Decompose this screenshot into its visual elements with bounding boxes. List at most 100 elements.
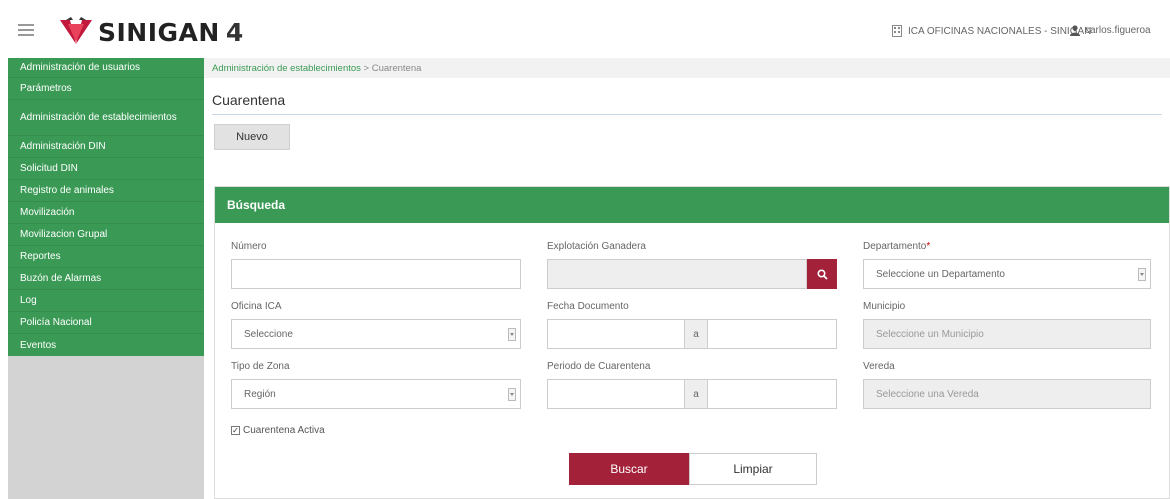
fecha-range: a bbox=[547, 319, 837, 349]
sidebar-menu: Administración de usuarios Parámetros Ad… bbox=[8, 58, 204, 356]
office-indicator[interactable]: ICA OFICINAS NACIONALES - SINIGAN bbox=[892, 25, 1091, 37]
sidebar-item-eventos[interactable]: Eventos bbox=[8, 334, 204, 356]
sidebar-item-label: Administración de establecimientos bbox=[20, 112, 177, 123]
sidebar-item-label: Movilizacion Grupal bbox=[20, 229, 108, 240]
sinigan-logo-icon bbox=[60, 17, 92, 44]
municipio-select-value: Seleccione un Municipio bbox=[876, 328, 984, 340]
search-panel-title: Búsqueda bbox=[215, 187, 1169, 223]
sidebar-item-label: Eventos bbox=[20, 339, 57, 351]
explotacion-label: Explotación Ganadera bbox=[547, 241, 646, 252]
sidebar-item-administracion-establecimientos[interactable]: Administración de establecimientos bbox=[8, 100, 204, 136]
numero-input[interactable] bbox=[231, 259, 521, 289]
sidebar-item-label: Registro de animales bbox=[20, 185, 114, 196]
sidebar-item-label: Reportes bbox=[20, 251, 61, 262]
sidebar-item-registro-animales[interactable]: Registro de animales bbox=[8, 180, 204, 202]
numero-field-group: Número bbox=[231, 241, 521, 289]
breadcrumb-separator: > bbox=[360, 62, 372, 74]
sidebar-item-log[interactable]: Log bbox=[8, 290, 204, 312]
dropdown-arrow-icon bbox=[508, 328, 516, 341]
departamento-label: Departamento* bbox=[863, 241, 1151, 253]
sidebar-item-label: Solicitud DIN bbox=[20, 163, 78, 174]
title-divider bbox=[212, 114, 1162, 115]
sidebar-item-label: Log bbox=[20, 295, 37, 306]
numero-label: Número bbox=[231, 241, 267, 252]
periodo-range-separator: a bbox=[685, 379, 707, 409]
vereda-label: Vereda bbox=[863, 361, 895, 372]
fecha-field-group: Fecha Documento a bbox=[547, 301, 837, 349]
vereda-field-group: Vereda Seleccione una Vereda bbox=[863, 361, 1151, 409]
required-marker: * bbox=[926, 241, 931, 252]
explotacion-input bbox=[547, 259, 807, 289]
sidebar-item-parametros[interactable]: Parámetros bbox=[8, 78, 204, 100]
hamburger-menu-icon[interactable] bbox=[18, 24, 34, 36]
dropdown-arrow-icon bbox=[508, 388, 516, 401]
sidebar-item-solicitud-din[interactable]: Solicitud DIN bbox=[8, 158, 204, 180]
sidebar-item-label: Buzón de Alarmas bbox=[20, 273, 102, 284]
office-label: ICA OFICINAS NACIONALES - SINIGAN bbox=[908, 25, 1092, 37]
municipio-label: Municipio bbox=[863, 301, 906, 312]
departamento-select[interactable]: Seleccione un Departamento bbox=[863, 259, 1151, 289]
sidebar-item-label: Administración DIN bbox=[20, 141, 106, 152]
sidebar-item-policia-nacional[interactable]: Policía Nacional bbox=[8, 312, 204, 334]
departamento-field-group: Departamento* Seleccione un Departamento bbox=[863, 241, 1151, 289]
sidebar-item-label: Policía Nacional bbox=[20, 317, 92, 328]
user-icon bbox=[1070, 25, 1080, 36]
vereda-select-value: Seleccione una Vereda bbox=[876, 388, 979, 400]
oficina-select-value: Seleccione bbox=[244, 328, 293, 340]
clear-button[interactable]: Limpiar bbox=[689, 453, 817, 485]
fecha-label: Fecha Documento bbox=[547, 301, 629, 312]
periodo-from-input[interactable] bbox=[547, 379, 685, 409]
municipio-field-group: Municipio Seleccione un Municipio bbox=[863, 301, 1151, 349]
departamento-select-value: Seleccione un Departamento bbox=[876, 268, 1005, 280]
dropdown-arrow-icon bbox=[1138, 268, 1146, 281]
checkbox-checked-icon: ✓ bbox=[231, 425, 240, 435]
app-name: SINIGAN bbox=[98, 18, 220, 47]
user-menu[interactable]: carlos.figueroa bbox=[1070, 25, 1151, 36]
sidebar-item-label: Parámetros bbox=[20, 83, 72, 94]
breadcrumb-current: Cuarentena bbox=[371, 62, 422, 74]
explotacion-field-group: Explotación Ganadera bbox=[547, 241, 837, 289]
main-content: Administración de establecimientos > Cua… bbox=[204, 58, 1170, 499]
breadcrumb-link[interactable]: Administración de establecimientos bbox=[212, 63, 361, 74]
sidebar-item-movilizacion-grupal[interactable]: Movilizacion Grupal bbox=[8, 224, 204, 246]
explotacion-search-button[interactable] bbox=[807, 259, 837, 289]
sidebar: Administración de usuarios Parámetros Ad… bbox=[8, 58, 204, 499]
oficina-field-group: Oficina ICA Seleccione bbox=[231, 301, 521, 349]
search-button[interactable]: Buscar bbox=[569, 453, 689, 485]
top-bar: SINIGAN 4 ICA OFICINAS NACIONALES - SINIG… bbox=[0, 0, 1170, 56]
periodo-range: a bbox=[547, 379, 837, 409]
app-title: SINIGAN 4 bbox=[98, 18, 244, 47]
tipo-zona-select[interactable]: Región bbox=[231, 379, 521, 409]
search-icon bbox=[816, 268, 828, 280]
user-name: carlos.figueroa bbox=[1085, 25, 1151, 36]
municipio-select: Seleccione un Municipio bbox=[863, 319, 1151, 349]
sidebar-item-reportes[interactable]: Reportes bbox=[8, 246, 204, 268]
cuarentena-activa-label: Cuarentena Activa bbox=[243, 425, 325, 436]
tipo-zona-field-group: Tipo de Zona Región bbox=[231, 361, 521, 409]
tipo-zona-label: Tipo de Zona bbox=[231, 361, 290, 372]
sidebar-item-administracion-din[interactable]: Administración DIN bbox=[8, 136, 204, 158]
oficina-label: Oficina ICA bbox=[231, 301, 282, 312]
tipo-zona-select-value: Región bbox=[244, 388, 276, 400]
vereda-select: Seleccione una Vereda bbox=[863, 379, 1151, 409]
periodo-field-group: Periodo de Cuarentena a bbox=[547, 361, 837, 409]
fecha-from-input[interactable] bbox=[547, 319, 685, 349]
sidebar-item-label: Administración de usuarios bbox=[20, 62, 141, 73]
new-button[interactable]: Nuevo bbox=[214, 124, 290, 150]
breadcrumb: Administración de establecimientos > Cua… bbox=[204, 58, 1170, 78]
cuarentena-activa-checkbox[interactable]: ✓ Cuarentena Activa bbox=[231, 425, 325, 436]
building-icon bbox=[892, 25, 902, 37]
periodo-label: Periodo de Cuarentena bbox=[547, 361, 651, 372]
fecha-to-input[interactable] bbox=[707, 319, 837, 349]
oficina-select[interactable]: Seleccione bbox=[231, 319, 521, 349]
app-version: 4 bbox=[225, 18, 244, 47]
departamento-label-text: Departamento bbox=[863, 241, 927, 252]
sidebar-item-label: Movilización bbox=[20, 207, 75, 218]
sidebar-item-administracion-usuarios[interactable]: Administración de usuarios bbox=[8, 58, 204, 78]
page-title: Cuarentena bbox=[212, 92, 286, 108]
periodo-to-input[interactable] bbox=[707, 379, 837, 409]
sidebar-item-movilizacion[interactable]: Movilización bbox=[8, 202, 204, 224]
sidebar-item-buzon-alarmas[interactable]: Buzón de Alarmas bbox=[8, 268, 204, 290]
fecha-range-separator: a bbox=[685, 319, 707, 349]
search-panel: Búsqueda Número Explotación Ganadera Dep… bbox=[214, 186, 1170, 499]
